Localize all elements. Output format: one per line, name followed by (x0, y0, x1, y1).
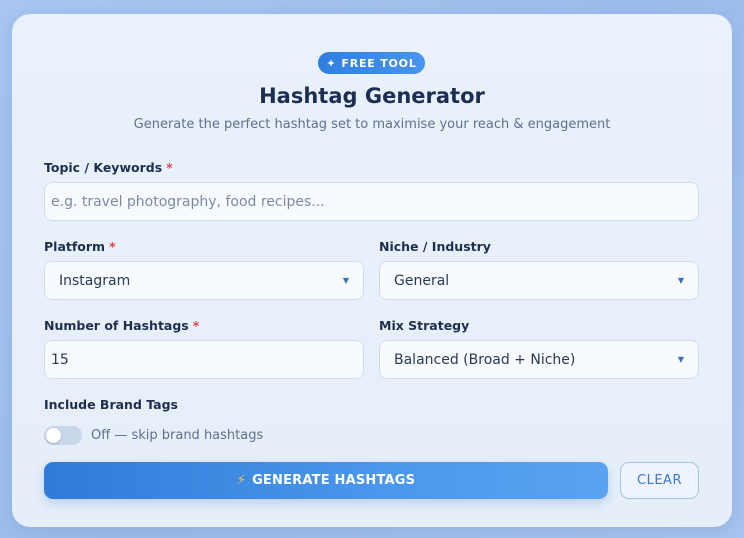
chevron-down-icon: ▼ (342, 276, 349, 285)
hashtag-count-input[interactable] (45, 351, 363, 368)
count-label: Number of Hashtags * (44, 318, 199, 333)
brand-tags-toggle[interactable] (44, 426, 82, 445)
mix-label: Mix Strategy (379, 318, 469, 333)
mix-label-text: Mix Strategy (379, 318, 470, 333)
generate-hashtags-button[interactable]: ⚡ GENERATE HASHTAGS (44, 462, 608, 499)
sparkle-icon: ✦ (326, 56, 337, 70)
topic-field (44, 182, 699, 221)
brand-tags-state-text: Off — skip brand hashtags (91, 428, 264, 443)
chevron-down-icon: ▼ (677, 355, 684, 364)
niche-label-text: Niche / Industry (379, 239, 491, 254)
toggle-knob (46, 428, 61, 443)
generate-button-label: GENERATE HASHTAGS (252, 473, 416, 488)
lightning-icon: ⚡ (236, 473, 247, 488)
topic-input[interactable] (45, 193, 698, 210)
platform-select[interactable]: Instagram ▼ (44, 261, 364, 300)
badge-label: FREE TOOL (341, 56, 417, 70)
page-title: Hashtag Generator (259, 84, 485, 108)
free-tool-badge: ✦ FREE TOOL (318, 52, 425, 74)
mix-selected-value: Balanced (Broad + Niche) (394, 351, 576, 368)
topic-label-text: Topic / Keywords (44, 160, 163, 175)
count-field (44, 340, 364, 379)
brand-tags-label-text: Include Brand Tags (44, 397, 178, 412)
clear-button-label: CLEAR (637, 473, 682, 488)
clear-button[interactable]: CLEAR (620, 462, 699, 499)
platform-selected-value: Instagram (59, 272, 131, 289)
required-mark: * (166, 160, 173, 175)
niche-selected-value: General (394, 272, 450, 289)
chevron-down-icon: ▼ (677, 276, 684, 285)
niche-label: Niche / Industry (379, 239, 491, 254)
required-mark: * (109, 239, 116, 254)
brand-tags-label: Include Brand Tags (44, 397, 178, 412)
topic-label: Topic / Keywords * (44, 160, 173, 175)
platform-label: Platform * (44, 239, 116, 254)
mix-strategy-select[interactable]: Balanced (Broad + Niche) ▼ (379, 340, 699, 379)
platform-label-text: Platform (44, 239, 106, 254)
niche-select[interactable]: General ▼ (379, 261, 699, 300)
generator-card: ✦ FREE TOOL Hashtag Generator Generate t… (12, 14, 732, 527)
count-label-text: Number of Hashtags (44, 318, 189, 333)
required-mark: * (192, 318, 200, 333)
page-subtitle: Generate the perfect hashtag set to maxi… (133, 117, 611, 132)
